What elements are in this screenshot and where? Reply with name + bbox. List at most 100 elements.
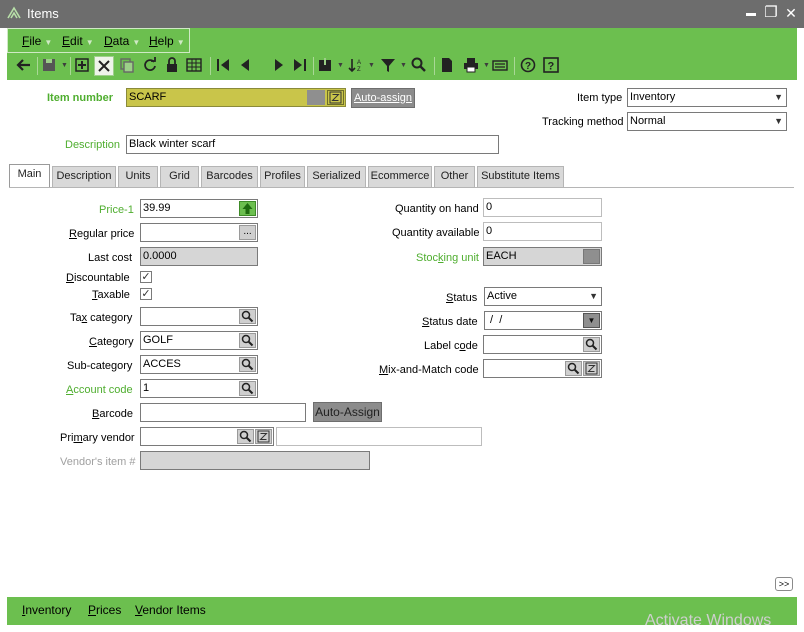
mix-match-label: Mix-and-Match code (379, 364, 479, 376)
stocking-unit-button[interactable] (583, 249, 600, 264)
help-topics-icon[interactable]: ? (519, 56, 539, 76)
tab-substitute-items[interactable]: Substitute Items (477, 166, 564, 187)
refresh-icon[interactable] (141, 56, 161, 76)
category-field[interactable]: GOLF (140, 331, 258, 350)
subcategory-field[interactable]: ACCES (140, 355, 258, 374)
arrow-up-icon[interactable] (239, 201, 256, 216)
zoom-icon[interactable] (255, 429, 272, 444)
search-icon[interactable] (239, 381, 256, 396)
item-type-select[interactable]: Inventory ▼ (627, 88, 787, 107)
stocking-unit-label: Stocking unit (416, 252, 479, 264)
whats-this-icon[interactable]: ? (542, 56, 562, 76)
maximize-icon[interactable]: ❐ (762, 4, 780, 22)
tab-other[interactable]: Other (434, 166, 475, 187)
menu-data[interactable]: Data ▼ (104, 34, 140, 48)
tab-ecommerce[interactable]: Ecommerce (368, 166, 432, 187)
activate-windows-watermark: Activate Windows (645, 612, 772, 629)
tab-units[interactable]: Units (118, 166, 158, 187)
primary-vendor-field[interactable] (140, 427, 274, 446)
chevron-down-icon: ▼ (774, 92, 783, 102)
search-icon[interactable] (239, 309, 256, 324)
menu-toolbar-area: File▼ Edit▼ Data▼ Help▼ ▼ ▼ AZ ▼ ▼ ▼ (7, 28, 797, 80)
menu-help[interactable]: Help ▼ (149, 34, 185, 48)
menu-bar: File ▼ Edit ▼ Data ▼ Help ▼ (7, 28, 190, 53)
last-cost-label: Last cost (88, 252, 133, 264)
first-icon[interactable] (214, 56, 234, 76)
regular-price-label: Regular price (69, 228, 135, 240)
zoom-icon[interactable] (583, 361, 600, 376)
last-cost-field: 0.0000 (140, 247, 258, 266)
description-label: Description (65, 139, 121, 151)
category-label: Category (89, 336, 134, 348)
search-icon[interactable] (237, 429, 254, 444)
account-code-field[interactable]: 1 (140, 379, 258, 398)
save-icon[interactable] (40, 56, 60, 76)
bookmark-icon[interactable] (316, 56, 336, 76)
qty-on-hand-label: Quantity on hand (395, 203, 479, 215)
label-code-field[interactable] (483, 335, 602, 354)
mix-match-field[interactable] (483, 359, 602, 378)
taxable-checkbox[interactable]: ✓ (140, 288, 152, 300)
new-icon[interactable] (73, 56, 93, 76)
discountable-label: Discountable (66, 272, 130, 284)
bottom-prices-link[interactable]: Prices (88, 603, 121, 617)
filter-icon[interactable] (379, 56, 399, 76)
minimize-icon[interactable]: ▬ (742, 5, 760, 23)
status-select[interactable]: Active ▼ (484, 287, 602, 306)
barcode-field[interactable] (140, 403, 306, 422)
qty-on-hand-field: 0 (483, 198, 602, 217)
delete-icon[interactable] (94, 56, 114, 76)
search-icon[interactable] (239, 357, 256, 372)
previous-icon[interactable] (236, 56, 256, 76)
keyboard-icon[interactable] (491, 56, 511, 76)
window-title: Items (27, 6, 59, 21)
item-number-label: Item number (47, 92, 114, 104)
tab-profiles[interactable]: Profiles (260, 166, 305, 187)
search-icon[interactable] (565, 361, 582, 376)
regular-price-button[interactable]: ... (239, 225, 256, 240)
chevron-down-icon: ▼ (589, 291, 598, 301)
discountable-checkbox[interactable]: ✓ (140, 271, 152, 283)
stocking-unit-field[interactable]: EACH (483, 247, 602, 266)
menu-edit[interactable]: Edit ▼ (62, 34, 94, 48)
next-icon[interactable] (270, 56, 290, 76)
qty-available-field: 0 (483, 222, 602, 241)
tab-grid[interactable]: Grid (160, 166, 199, 187)
price1-field[interactable]: 39.99 (140, 199, 258, 218)
last-icon[interactable] (291, 56, 311, 76)
auto-assign-item-button[interactable]: Auto-assign (351, 88, 415, 108)
description-field[interactable]: Black winter scarf (126, 135, 499, 154)
tab-barcodes[interactable]: Barcodes (201, 166, 258, 187)
close-icon[interactable]: ✕ (782, 4, 800, 22)
copy-icon[interactable] (118, 56, 138, 76)
expand-button[interactable]: >> (775, 577, 793, 591)
tracking-method-label: Tracking method (542, 116, 624, 128)
tab-description[interactable]: Description (52, 166, 116, 187)
status-date-label: Status date (422, 316, 478, 328)
regular-price-field[interactable]: ... (140, 223, 258, 242)
back-icon[interactable] (15, 56, 35, 76)
subcategory-label: Sub-category (67, 360, 133, 372)
bottom-vendor-items-link[interactable]: Vendor Items (135, 603, 206, 617)
grid-icon[interactable] (185, 56, 205, 76)
account-code-label: Account code (66, 384, 133, 396)
tab-main[interactable]: Main (9, 164, 50, 187)
sort-icon[interactable]: AZ (347, 56, 367, 76)
bottom-inventory-link[interactable]: Inventory (22, 603, 71, 617)
menu-file[interactable]: File ▼ (22, 34, 52, 48)
barcode-auto-assign-button[interactable]: Auto-Assign (313, 402, 382, 422)
print-icon[interactable] (462, 56, 482, 76)
tax-category-field[interactable] (140, 307, 258, 326)
search-icon[interactable] (239, 333, 256, 348)
item-number-field[interactable]: SCARF (126, 88, 346, 107)
search-icon[interactable] (410, 56, 430, 76)
zoom-icon[interactable] (327, 90, 344, 105)
lock-icon[interactable] (163, 56, 183, 76)
calendar-dropdown-icon[interactable]: ▼ (583, 313, 600, 328)
document-icon[interactable] (438, 56, 458, 76)
tab-serialized[interactable]: Serialized (307, 166, 366, 187)
tax-category-label: Tax category (70, 312, 133, 324)
tracking-method-select[interactable]: Normal ▼ (627, 112, 787, 131)
status-date-field[interactable]: / / ▼ (484, 311, 602, 330)
search-icon[interactable] (583, 337, 600, 352)
